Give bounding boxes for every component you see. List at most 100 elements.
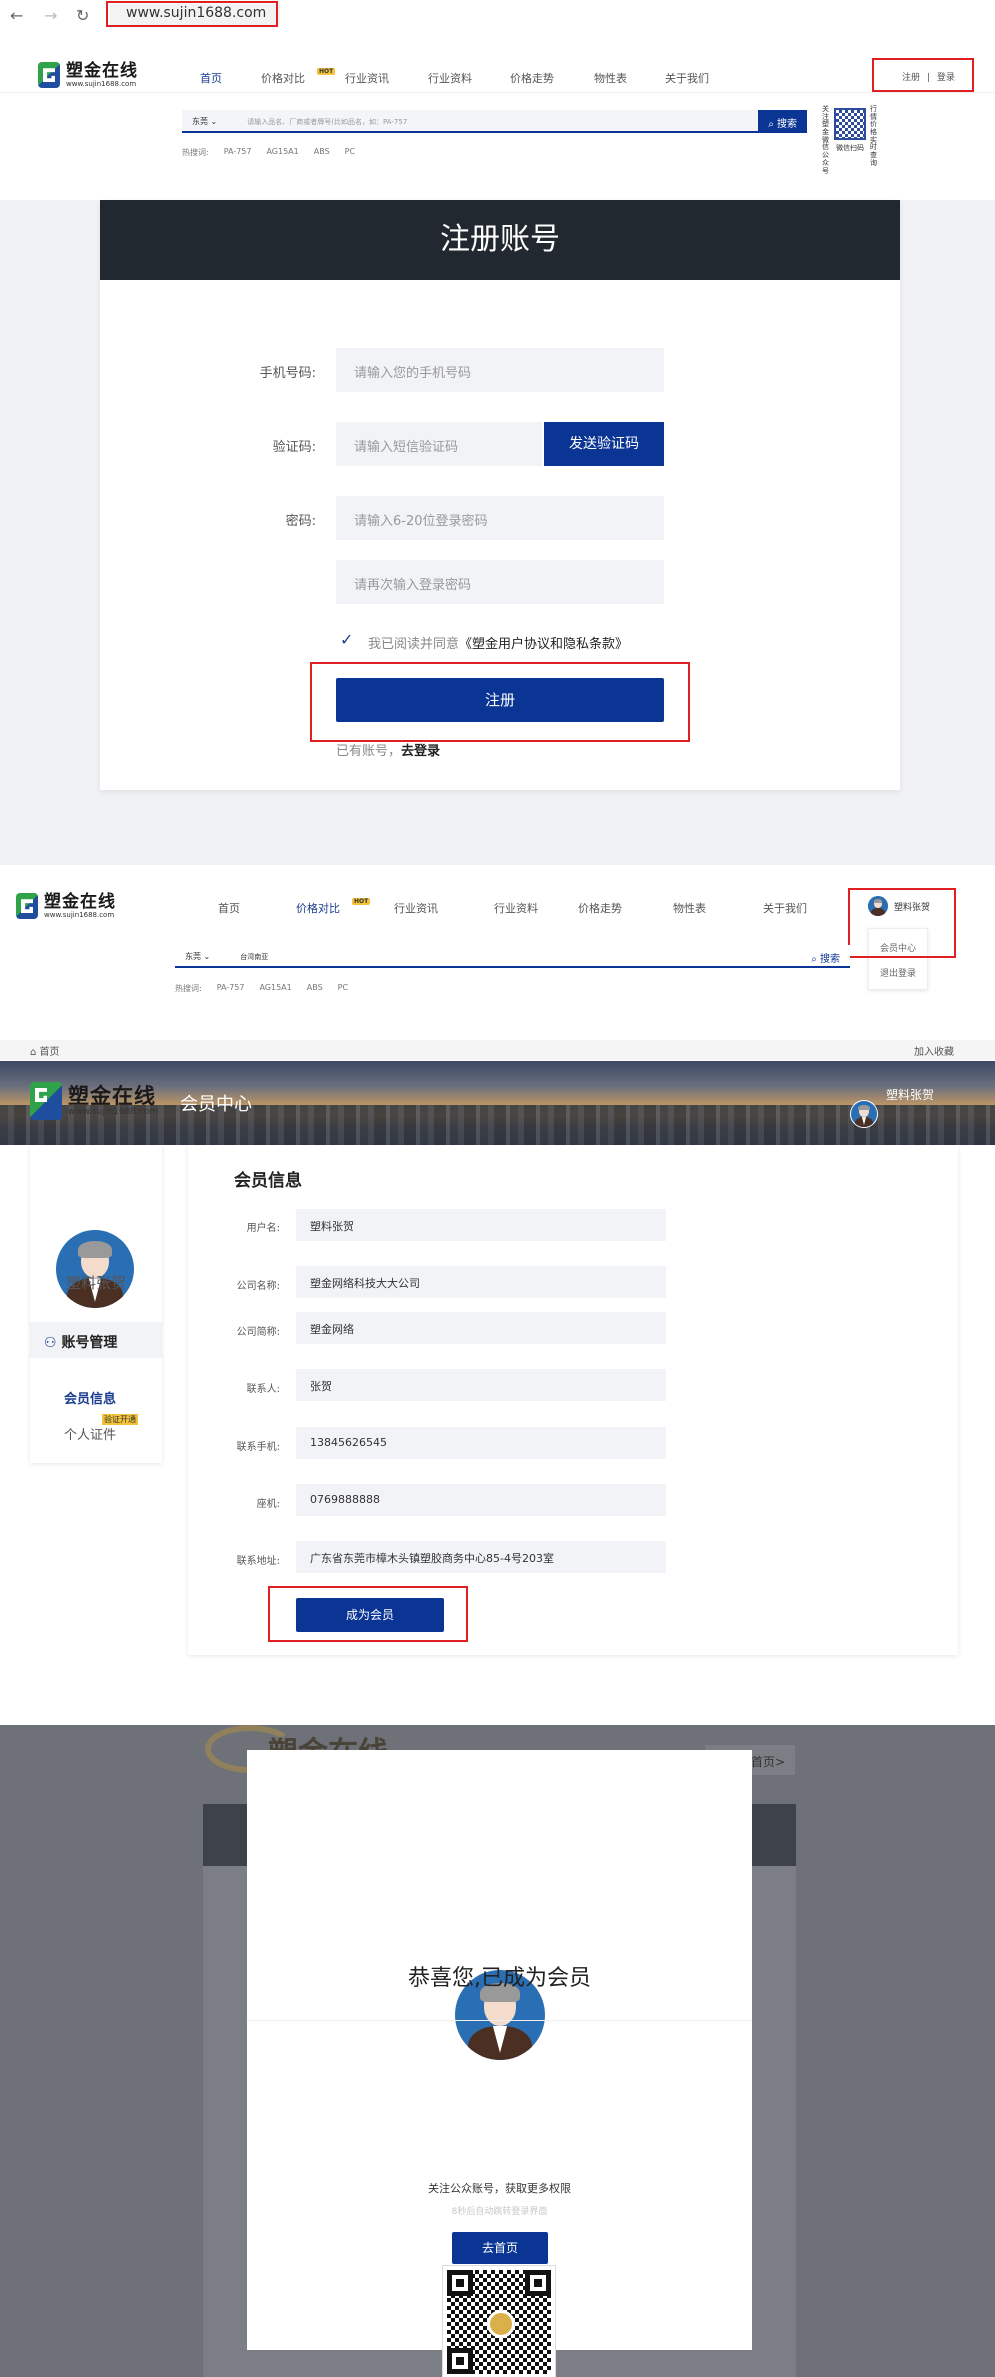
nav-industry-data[interactable]: 行业资料: [428, 70, 510, 86]
highlight-become-member: [268, 1586, 468, 1642]
password-input[interactable]: 请输入6-20位登录密码: [336, 496, 664, 540]
search-input[interactable]: 台湾南亚: [220, 945, 801, 966]
nav-home[interactable]: 首页: [200, 70, 261, 86]
city-select[interactable]: 东莞 ⌄: [175, 945, 220, 966]
member-topbar: [0, 1040, 995, 1060]
banner-logo[interactable]: 塑金在线 www.sujin1688.com: [30, 1082, 158, 1120]
go-home-button[interactable]: 去首页: [452, 2232, 548, 2264]
brand-domain: www.sujin1688.com: [66, 79, 137, 88]
side-personal-docs[interactable]: 个人证件: [64, 1424, 116, 1443]
main-nav-2: 首页 价格对比 HOT 行业资讯 行业资料 价格走势 物性表 关于我们: [218, 898, 807, 916]
reload-icon[interactable]: ↻: [76, 6, 89, 25]
topbar-home[interactable]: ⌂ 首页: [30, 1043, 60, 1058]
phone-input[interactable]: 请输入您的手机号码: [336, 348, 664, 392]
nav-about[interactable]: 关于我们: [665, 70, 709, 86]
address-field[interactable]: 广东省东莞市樟木头镇塑胶商务中心85-4号203室: [296, 1541, 666, 1573]
send-code-button[interactable]: 发送验证码: [544, 422, 664, 466]
city-select[interactable]: 东莞 ⌄: [182, 110, 227, 131]
hot-word[interactable]: ABS: [307, 983, 323, 994]
agree-label: 我已阅读并同意: [368, 637, 460, 652]
nav-price-compare-label: 价格对比: [261, 72, 305, 85]
account-manage-label: 账号管理: [61, 1335, 118, 1351]
hot-word[interactable]: PA-757: [217, 983, 245, 994]
qr-eye: [447, 2270, 473, 2296]
search-bar-2: 东莞 ⌄ 台湾南亚 ⌕ 搜索: [175, 945, 850, 968]
search-button[interactable]: ⌕ 搜索: [801, 945, 850, 966]
hot-words-label: 热搜词:: [175, 984, 202, 993]
logo-icon: [38, 62, 60, 89]
add-favorite-link[interactable]: 加入收藏: [914, 1043, 954, 1058]
qr-right-text: 行情价格实时查询: [870, 105, 877, 167]
city-label: 东莞: [192, 117, 208, 126]
register-title: 注册账号: [100, 200, 900, 280]
highlight-register: [310, 662, 690, 742]
brand-domain: www.sujin1688.com: [68, 1106, 159, 1117]
site-logo[interactable]: 塑金在线 www.sujin1688.com: [38, 62, 138, 89]
agree-checkbox[interactable]: ✓: [340, 632, 356, 648]
nav-property-table[interactable]: 物性表: [673, 900, 763, 916]
hot-word[interactable]: ABS: [314, 147, 330, 158]
hot-word[interactable]: PA-757: [224, 147, 252, 158]
member-info-title: 会员信息: [234, 1171, 302, 1191]
code-input[interactable]: 请输入短信验证码: [336, 422, 542, 466]
topbar-home-label: 首页: [39, 1047, 60, 1058]
agree-text: 我已阅读并同意《塑金用户协议和隐私条款》: [368, 633, 628, 652]
nav-price-compare[interactable]: 价格对比 HOT: [261, 68, 345, 86]
nav-price-trend[interactable]: 价格走势: [578, 900, 673, 916]
qr-eye: [447, 2348, 473, 2374]
company-short-field[interactable]: 塑金网络: [296, 1312, 666, 1344]
qr-code-large: [442, 2265, 556, 2377]
user-icon: ⚇: [44, 1335, 57, 1351]
chevron-down-icon: ⌄: [203, 952, 211, 961]
main-nav: 首页 价格对比 HOT 行业资讯 行业资料 价格走势 物性表 关于我们: [200, 68, 709, 86]
nav-property-table[interactable]: 物性表: [594, 70, 665, 86]
phone-label: 手机号码:: [259, 366, 316, 381]
nav-price-compare[interactable]: 价格对比 HOT: [296, 898, 394, 916]
hot-words-2: 热搜词: PA-757 AG15A1 ABS PC: [175, 983, 348, 994]
follow-text: 关注公众账号，获取更多权限: [428, 2182, 571, 2195]
congrats-text: 恭喜您,已成为会员: [408, 1966, 591, 1991]
hot-word[interactable]: PC: [338, 983, 348, 994]
banner-username[interactable]: 塑料张贺: [886, 1086, 934, 1103]
search-bar: 东莞 ⌄ 请输入品名、厂商或者牌号(比如品名，如：PA-757 ⌕ 搜索: [182, 110, 807, 133]
mobile-field[interactable]: 13845626545: [296, 1427, 666, 1459]
hot-badge: HOT: [317, 68, 336, 75]
search-button[interactable]: ⌕ 搜索: [758, 110, 807, 131]
landline-field[interactable]: 0769888888: [296, 1484, 666, 1516]
terms-link[interactable]: 《塑金用户协议和隐私条款》: [459, 637, 628, 652]
profile-username: 塑料张贺: [65, 1274, 126, 1292]
side-member-info[interactable]: 会员信息: [64, 1388, 116, 1407]
nav-price-trend[interactable]: 价格走势: [510, 70, 594, 86]
username-field[interactable]: 塑料张贺: [296, 1209, 666, 1241]
brand-domain: www.sujin1688.com: [44, 910, 115, 919]
logo-icon: [16, 893, 38, 920]
qr-eye: [525, 2270, 551, 2296]
login-prompt: 已有账号，去登录: [336, 740, 440, 759]
search-icon: ⌕: [811, 954, 817, 965]
password-label: 密码:: [285, 514, 316, 529]
nav-industry-news[interactable]: 行业资讯: [345, 70, 428, 86]
search-input[interactable]: 请输入品名、厂商或者牌号(比如品名，如：PA-757: [227, 110, 758, 131]
field-label: 座机:: [256, 1499, 280, 1510]
hot-word[interactable]: AG15A1: [266, 147, 298, 158]
nav-home[interactable]: 首页: [218, 900, 296, 916]
company-name-field[interactable]: 塑金网络科技大大公司: [296, 1266, 666, 1298]
contact-field[interactable]: 张贺: [296, 1369, 666, 1401]
qr-left-text: 关注塑金微信公众号: [822, 105, 829, 175]
hot-words-label: 热搜词:: [182, 148, 209, 157]
site-logo-2[interactable]: 塑金在线 www.sujin1688.com: [16, 893, 116, 920]
nav-industry-data[interactable]: 行业资料: [494, 900, 578, 916]
banner-avatar[interactable]: [850, 1100, 878, 1128]
hot-word[interactable]: PC: [345, 147, 355, 158]
back-icon[interactable]: ←: [10, 6, 23, 25]
nav-about[interactable]: 关于我们: [763, 900, 807, 916]
search-button-label: 搜索: [820, 954, 840, 965]
forward-icon[interactable]: →: [44, 6, 57, 25]
highlight-url: [106, 1, 278, 27]
confirm-password-input[interactable]: 请再次输入登录密码: [336, 560, 664, 604]
profile-avatar: [56, 1230, 134, 1308]
hot-word[interactable]: AG15A1: [259, 983, 291, 994]
nav-industry-news[interactable]: 行业资讯: [394, 900, 494, 916]
go-login-link[interactable]: 去登录: [401, 744, 440, 759]
search-icon: ⌕: [768, 119, 774, 130]
